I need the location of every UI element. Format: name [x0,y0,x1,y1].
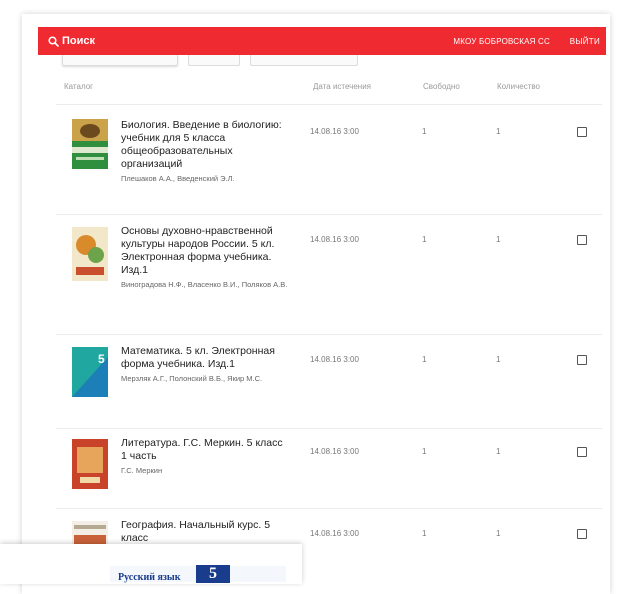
preview-title: Русский язык [118,572,181,583]
toolbar-button-tertiary[interactable] [250,55,358,66]
search-label: Поиск [62,35,96,47]
book-preview-overlay: Русский язык 5 [0,544,302,584]
table-row[interactable]: 5 Математика. 5 кл. Электронная форма уч… [56,335,602,429]
book-title[interactable]: География. Начальный курс. 5 класс [121,519,291,545]
svg-text:5: 5 [98,352,105,366]
book-cover-math: 5 [72,347,108,397]
toolbar-button-secondary[interactable] [188,55,240,66]
free-count: 1 [422,355,427,364]
row-checkbox[interactable] [577,355,587,365]
search-icon [48,35,59,47]
book-authors: Мерзляк А.Г., Полонский В.Б., Якир М.С. [121,374,263,383]
row-checkbox[interactable] [577,235,587,245]
book-authors: Виноградова Н.Ф., Власенко В.И., Поляков… [121,280,288,289]
quantity-count: 1 [496,447,501,456]
quantity-count: 1 [496,235,501,244]
free-count: 1 [422,127,427,136]
toolbar-button-primary[interactable] [62,55,178,66]
column-header-free[interactable]: Свободно [423,82,460,91]
quantity-count: 1 [496,529,501,538]
column-header-quantity[interactable]: Количество [497,82,540,91]
row-checkbox[interactable] [577,447,587,457]
search-button[interactable]: Поиск [48,35,95,47]
table-header: Каталог Дата истечения Свободно Количест… [0,82,618,96]
column-header-expiry-date[interactable]: Дата истечения [313,82,371,91]
column-header-catalog[interactable]: Каталог [64,82,93,91]
book-title[interactable]: Математика. 5 кл. Электронная форма учеб… [121,345,291,384]
expiry-date: 14.08.16 3:00 [310,355,359,364]
free-count: 1 [422,529,427,538]
free-count: 1 [422,235,427,244]
book-authors: Плешаков А.А., Введенский Э.Л. [121,174,235,183]
book-cover-biology [72,119,108,169]
organization-name: МКОУ БОБРОВСКАЯ СС [453,36,550,46]
book-cover-literature [72,439,108,489]
top-bar: Поиск МКОУ БОБРОВСКАЯ СС ВЫЙТИ [38,27,606,55]
logout-link[interactable]: ВЫЙТИ [570,37,600,46]
expiry-date: 14.08.16 3:00 [310,127,359,136]
book-title[interactable]: Биология. Введение в биологию: учебник д… [121,119,291,184]
free-count: 1 [422,447,427,456]
book-title[interactable]: Литература. Г.С. Меркин. 5 класс 1 часть… [121,437,291,476]
row-checkbox[interactable] [577,529,587,539]
row-checkbox[interactable] [577,127,587,137]
table-row[interactable]: Биология. Введение в биологию: учебник д… [56,105,602,215]
expiry-date: 14.08.16 3:00 [310,529,359,538]
book-authors: Г.С. Меркин [121,466,163,475]
table-row[interactable]: Литература. Г.С. Меркин. 5 класс 1 часть… [56,429,602,509]
quantity-count: 1 [496,355,501,364]
expiry-date: 14.08.16 3:00 [310,235,359,244]
book-cover-culture [72,227,108,281]
preview-grade: 5 [196,565,230,583]
book-title[interactable]: Основы духовно-нравственной культуры нар… [121,225,291,290]
table-row[interactable]: Основы духовно-нравственной культуры нар… [56,215,602,335]
expiry-date: 14.08.16 3:00 [310,447,359,456]
quantity-count: 1 [496,127,501,136]
